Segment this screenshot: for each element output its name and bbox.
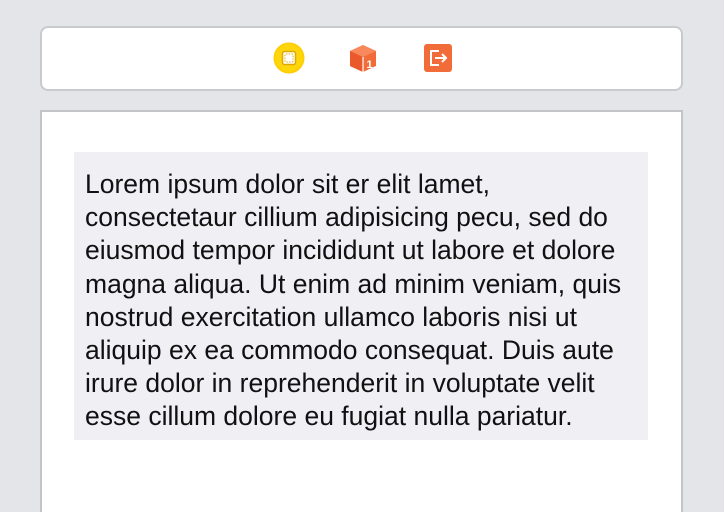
scene-dock: 1 [40, 26, 683, 91]
text-view[interactable]: Lorem ipsum dolor sit er elit lamet, con… [74, 152, 648, 440]
exit-icon[interactable] [422, 42, 454, 74]
view-controller-canvas: Lorem ipsum dolor sit er elit lamet, con… [40, 110, 683, 512]
first-responder-icon[interactable]: 1 [347, 42, 379, 74]
view-controller-icon[interactable] [273, 42, 305, 74]
svg-text:1: 1 [366, 59, 372, 71]
text-view-content: Lorem ipsum dolor sit er elit lamet, con… [85, 169, 622, 432]
